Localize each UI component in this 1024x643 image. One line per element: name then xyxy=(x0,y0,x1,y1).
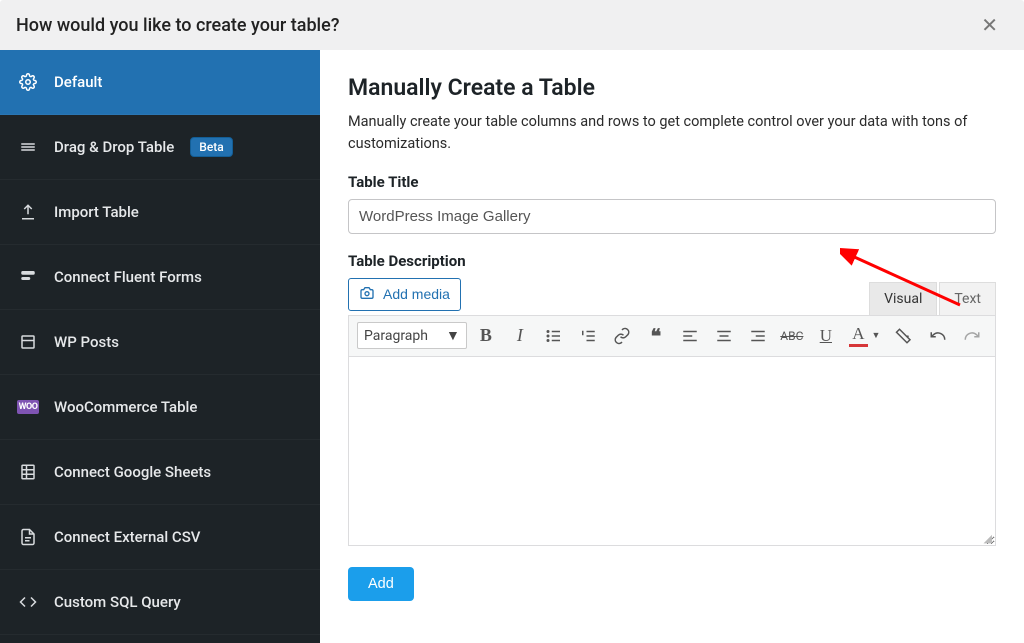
code-icon xyxy=(18,592,38,612)
italic-icon[interactable]: I xyxy=(505,322,535,350)
editor-toolbar: Paragraph ▼ B I ❝ xyxy=(348,315,996,356)
sidebar-item-label: WP Posts xyxy=(54,333,119,351)
quote-icon[interactable]: ❝ xyxy=(641,322,671,350)
sidebar-item-fluent-forms[interactable]: Connect Fluent Forms xyxy=(0,245,320,310)
modal-body: Default Drag & Drop Table Beta Import Ta… xyxy=(0,50,1024,643)
close-icon[interactable]: ✕ xyxy=(971,7,1008,43)
table-title-input[interactable] xyxy=(348,199,996,234)
media-icon xyxy=(359,285,375,304)
undo-icon[interactable] xyxy=(923,322,953,350)
sidebar-item-import[interactable]: Import Table xyxy=(0,180,320,245)
gear-icon xyxy=(18,72,38,92)
editor-tabs: Visual Text xyxy=(869,282,996,315)
format-select[interactable]: Paragraph ▼ xyxy=(357,322,467,349)
add-media-button[interactable]: Add media xyxy=(348,278,461,311)
bold-icon[interactable]: B xyxy=(471,322,501,350)
beta-badge: Beta xyxy=(190,137,232,157)
strikethrough-icon[interactable]: ABC xyxy=(777,322,807,350)
modal-header: How would you like to create your table?… xyxy=(0,0,1024,50)
sidebar-item-label: WooCommerce Table xyxy=(54,398,197,416)
page-title: Manually Create a Table xyxy=(348,74,996,101)
woocommerce-icon: WOO xyxy=(18,397,38,417)
sidebar-item-woocommerce[interactable]: WOO WooCommerce Table xyxy=(0,375,320,440)
sheet-icon xyxy=(18,462,38,482)
underline-icon[interactable]: U xyxy=(811,322,841,350)
sidebar-item-label: Import Table xyxy=(54,203,139,221)
sidebar: Default Drag & Drop Table Beta Import Ta… xyxy=(0,50,320,643)
drag-icon xyxy=(18,137,38,157)
tab-text[interactable]: Text xyxy=(939,282,996,315)
bulleted-list-icon[interactable] xyxy=(539,322,569,350)
redo-icon[interactable] xyxy=(957,322,987,350)
clear-formatting-icon[interactable] xyxy=(889,322,919,350)
sidebar-item-google-sheets[interactable]: Connect Google Sheets xyxy=(0,440,320,505)
sidebar-item-drag-drop[interactable]: Drag & Drop Table Beta xyxy=(0,115,320,180)
sidebar-item-label: Default xyxy=(54,73,102,91)
upload-icon xyxy=(18,202,38,222)
tab-visual[interactable]: Visual xyxy=(869,282,937,315)
editor: Paragraph ▼ B I ❝ xyxy=(348,315,996,545)
chevron-down-icon: ▼ xyxy=(446,327,460,344)
text-color-icon[interactable]: A ▼ xyxy=(845,322,885,350)
main-panel: Manually Create a Table Manually create … xyxy=(320,50,1024,643)
sidebar-item-sql[interactable]: Custom SQL Query xyxy=(0,570,320,635)
align-right-icon[interactable] xyxy=(743,322,773,350)
sidebar-item-label: Connect Fluent Forms xyxy=(54,268,202,286)
sidebar-item-label: Custom SQL Query xyxy=(54,593,181,611)
sidebar-item-label: Drag & Drop Table xyxy=(54,138,174,156)
description-editor[interactable] xyxy=(348,356,996,546)
numbered-list-icon[interactable] xyxy=(573,322,603,350)
file-icon xyxy=(18,527,38,547)
align-left-icon[interactable] xyxy=(675,322,705,350)
add-button[interactable]: Add xyxy=(348,567,414,601)
posts-icon xyxy=(18,332,38,352)
sidebar-item-default[interactable]: Default xyxy=(0,50,320,115)
add-media-label: Add media xyxy=(383,286,450,302)
sidebar-item-label: Connect Google Sheets xyxy=(54,463,211,481)
sidebar-item-label: Connect External CSV xyxy=(54,528,200,546)
table-title-label: Table Title xyxy=(348,173,996,191)
form-icon xyxy=(18,267,38,287)
page-subtitle: Manually create your table columns and r… xyxy=(348,111,996,155)
sidebar-item-external-csv[interactable]: Connect External CSV xyxy=(0,505,320,570)
modal-title: How would you like to create your table? xyxy=(16,15,340,36)
sidebar-item-wp-posts[interactable]: WP Posts xyxy=(0,310,320,375)
table-description-label: Table Description xyxy=(348,252,996,270)
link-icon[interactable] xyxy=(607,322,637,350)
align-center-icon[interactable] xyxy=(709,322,739,350)
